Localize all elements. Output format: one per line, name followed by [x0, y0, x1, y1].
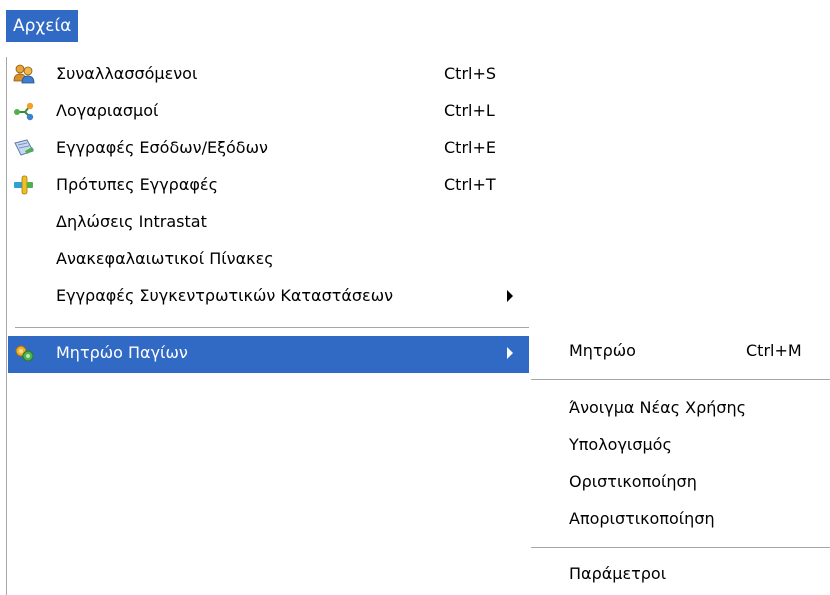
submenu-item-label: Παράμετροι [569, 564, 667, 583]
submenu-item-label: Μητρώο [569, 341, 636, 360]
menu-item-label: Ανακεφαλαιωτικοί Πίνακες [56, 249, 274, 268]
submenu-item-label: Οριστικοποίηση [569, 472, 697, 491]
menu-item-mhtroo-pagion[interactable]: Μητρώο Παγίων [8, 336, 530, 373]
submenu-item-ypologismos[interactable]: Υπολογισμός [529, 428, 830, 465]
submenu-separator [531, 547, 830, 548]
submenu-item-shortcut: Ctrl+M [746, 341, 802, 360]
menu-item-shortcut: Ctrl+L [444, 101, 495, 120]
submenu-item-mhtroo[interactable]: Μητρώο Ctrl+M [529, 334, 830, 371]
menu-item-label: Μητρώο Παγίων [56, 343, 188, 362]
menu-item-shortcut: Ctrl+S [444, 64, 497, 83]
submenu-arrow-icon [507, 347, 513, 359]
fixed-assets-submenu: Μητρώο Ctrl+M Άνοιγμα Νέας Χρήσης Υπολογ… [529, 328, 830, 595]
menu-item-label: Λογαριασμοί [56, 101, 159, 120]
menu-item-logariasmoi[interactable]: Λογαριασμοί Ctrl+L [8, 94, 530, 131]
submenu-item-parametroi[interactable]: Παράμετροι [529, 557, 830, 594]
menu-separator [15, 327, 529, 328]
menu-item-synallassomenoi[interactable]: Συναλλασσόμενοι Ctrl+S [8, 57, 530, 94]
submenu-arrow-icon [507, 290, 513, 302]
menu-item-label: Πρότυπες Εγγραφές [56, 175, 218, 194]
menu-item-label: Συναλλασσόμενοι [56, 64, 198, 83]
menu-item-anakefalaiotikoi-pinakes[interactable]: Ανακεφαλαιωτικοί Πίνακες [8, 242, 530, 279]
menu-item-shortcut: Ctrl+E [444, 138, 496, 157]
people-icon [13, 63, 35, 85]
submenu-separator [531, 379, 830, 380]
submenu-item-anoigma-neas-xrhshs[interactable]: Άνοιγμα Νέας Χρήσης [529, 391, 830, 428]
income-expense-icon [13, 137, 35, 159]
menu-item-dhloseis-intrastat[interactable]: Δηλώσεις Intrastat [8, 205, 530, 242]
menu-item-label: Εγγραφές Εσόδων/Εξόδων [56, 138, 268, 157]
template-entries-icon [13, 174, 35, 196]
submenu-item-aporistikopoihsh[interactable]: Αποριστικοποίηση [529, 502, 830, 539]
menu-item-eggrafes-sygkentrotikon[interactable]: Εγγραφές Συγκεντρωτικών Καταστάσεων [8, 279, 530, 316]
menu-item-shortcut: Ctrl+T [444, 175, 496, 194]
menu-item-protypes-eggrafes[interactable]: Πρότυπες Εγγραφές Ctrl+T [8, 168, 530, 205]
accounts-icon [13, 100, 35, 122]
menu-item-label: Εγγραφές Συγκεντρωτικών Καταστάσεων [56, 286, 394, 305]
menu-item-label: Δηλώσεις Intrastat [56, 212, 207, 231]
submenu-item-label: Άνοιγμα Νέας Χρήσης [569, 398, 747, 417]
submenu-item-label: Αποριστικοποίηση [569, 509, 715, 528]
menu-item-eggrafes-esodon-exodon[interactable]: Εγγραφές Εσόδων/Εξόδων Ctrl+E [8, 131, 530, 168]
file-dropdown-menu: Συναλλασσόμενοι Ctrl+S Λογαριασμοί Ctrl+… [6, 57, 530, 595]
fixed-assets-gear-icon [13, 342, 35, 364]
menu-arxeia[interactable]: Αρχεία [6, 10, 79, 42]
submenu-item-oristikopoihsh[interactable]: Οριστικοποίηση [529, 465, 830, 502]
submenu-item-label: Υπολογισμός [569, 435, 672, 454]
